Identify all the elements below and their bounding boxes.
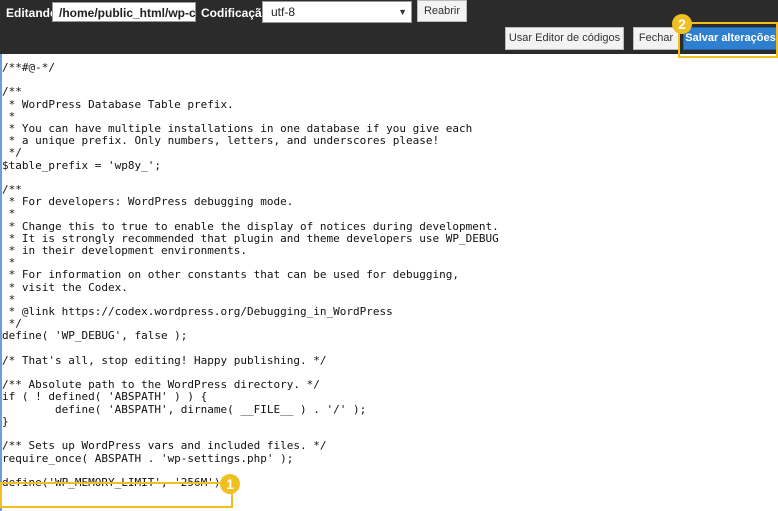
encoding-select[interactable]: utf-8 ▼ xyxy=(262,1,412,23)
chevron-down-icon: ▼ xyxy=(398,7,407,17)
reopen-button[interactable]: Reabrir xyxy=(417,0,467,22)
code-content[interactable]: /**#@-*/ /** * WordPress Database Table … xyxy=(2,61,499,489)
callout-number-1: 1 xyxy=(220,474,240,494)
close-button[interactable]: Fechar xyxy=(633,27,679,50)
editor-toolbar: Editando: /home/public_html/wp-co Codifi… xyxy=(0,0,778,54)
code-editor-button[interactable]: Usar Editor de códigos xyxy=(505,27,624,50)
save-highlight-box xyxy=(678,22,778,58)
file-path-field[interactable]: /home/public_html/wp-co xyxy=(52,2,196,22)
encoding-value: utf-8 xyxy=(271,5,296,19)
callout-number-2: 2 xyxy=(672,14,692,34)
memory-limit-highlight-box xyxy=(0,482,233,508)
